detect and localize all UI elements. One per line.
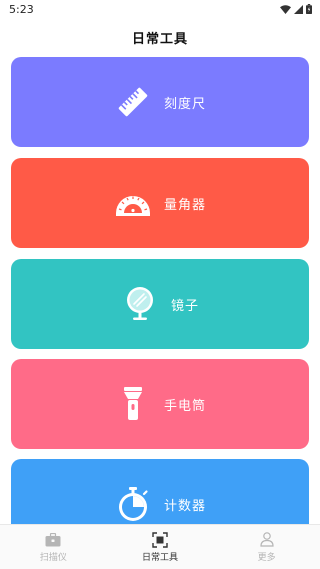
bottom-nav: 扫描仪 日常工具 更多	[0, 524, 320, 569]
protractor-icon	[114, 184, 152, 222]
tool-label-ruler: 刻度尺	[163, 96, 206, 112]
tool-label-mirror: 镜子	[170, 298, 199, 314]
nav-label-scanner: 扫描仪	[39, 552, 67, 563]
battery-icon	[306, 4, 312, 14]
flashlight-icon	[114, 385, 152, 423]
scan-frame-icon	[152, 531, 168, 548]
tool-list[interactable]: 刻度尺 量角器 镜子 手电筒 计数器	[0, 56, 320, 524]
nav-item-daily-tools[interactable]: 日常工具	[107, 525, 214, 569]
app-header: 日常工具	[0, 18, 320, 56]
tool-card-flashlight[interactable]: 手电筒	[11, 359, 309, 449]
status-bar: 5:23	[0, 0, 320, 18]
briefcase-icon	[45, 532, 61, 548]
tool-card-protractor[interactable]: 量角器	[11, 158, 309, 248]
user-icon	[259, 532, 275, 548]
status-time: 5:23	[9, 2, 34, 16]
nav-item-scanner[interactable]: 扫描仪	[0, 525, 107, 569]
signal-icon	[294, 4, 303, 14]
nav-item-more[interactable]: 更多	[213, 525, 320, 569]
ruler-icon	[114, 83, 152, 121]
page-title: 日常工具	[131, 31, 188, 47]
stopwatch-icon	[114, 485, 152, 523]
tool-card-mirror[interactable]: 镜子	[11, 259, 309, 349]
tool-label-counter: 计数器	[163, 498, 206, 514]
wifi-icon	[280, 4, 291, 14]
nav-label-daily-tools: 日常工具	[142, 552, 179, 563]
tool-card-ruler[interactable]: 刻度尺	[11, 57, 309, 147]
mirror-icon	[121, 285, 159, 323]
nav-label-more: 更多	[257, 552, 276, 563]
status-icons	[280, 4, 312, 14]
tool-label-flashlight: 手电筒	[163, 398, 206, 414]
tool-card-counter[interactable]: 计数器	[11, 459, 309, 524]
tool-label-protractor: 量角器	[163, 197, 206, 213]
